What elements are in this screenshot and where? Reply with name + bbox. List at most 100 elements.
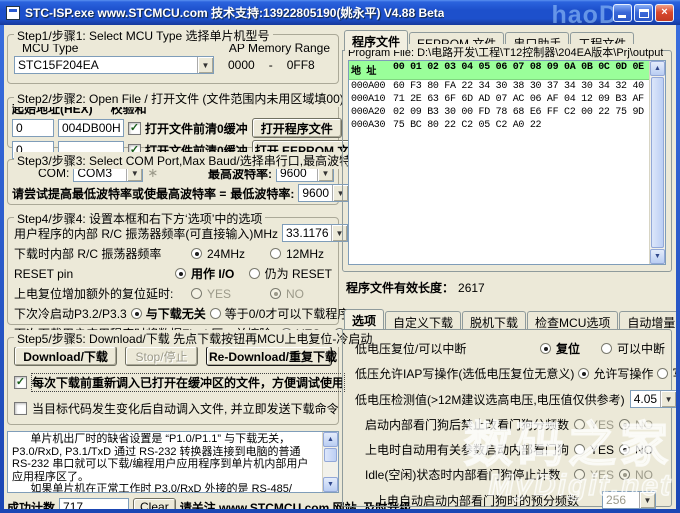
step5-group: Step5/步骤5: Download/下载 先点下载按钮再MCU上电复位-冷启… — [7, 337, 339, 425]
maximize-button[interactable] — [634, 4, 653, 22]
program-length-value: 2617 — [458, 281, 485, 295]
cold-any-radio[interactable] — [131, 308, 142, 319]
hex-scrollbar[interactable]: ▲ ▼ — [649, 61, 665, 264]
lvr-label: 低电压复位/可以中断 — [355, 340, 466, 357]
step3-group: Step3/步骤3: Select COM Port,Max Baud/选择串行… — [7, 159, 339, 205]
wdt-auto-no-label: NO — [635, 443, 653, 457]
lvr-int-radio[interactable] — [601, 343, 612, 354]
auto-reload-checkbox[interactable] — [14, 402, 27, 415]
clear-count-button[interactable]: Clear — [133, 498, 176, 509]
tab-check-mcu[interactable]: 检查MCU选项 — [527, 311, 618, 329]
cold-any-label: 与下载无关 — [146, 305, 206, 322]
iap-protect-radio[interactable] — [657, 368, 668, 379]
download-freq-label: 下载时内部 R/C 振荡器频率 — [14, 245, 186, 262]
auto-reload-label: 当目标代码发生变化后自动调入文件, 并立即发送下载命令 — [32, 400, 339, 417]
user-freq-select[interactable]: 33.1176 ▼ — [282, 224, 348, 242]
program-file-panel: Program File: D:\电路开发\工程\T12控制器\204EA版本\… — [342, 50, 672, 272]
options-panel: 低电压复位/可以中断 复位 可以中断 低压允许IAP写操作(选低电压复位无意义)… — [342, 329, 672, 507]
step1-title: Step1/步骤1: Select MCU Type 选择单片机型号 — [14, 27, 273, 44]
maximize-icon — [639, 9, 649, 18]
mcu-type-select[interactable]: STC15F204EA ▼ — [14, 56, 214, 74]
open-program-file-button[interactable]: 打开程序文件 — [252, 118, 342, 138]
hex-row: 000A30 75 BC 80 22 C2 05 C2 A0 22 — [349, 119, 649, 132]
wdt-idle-label: Idle(空闲)状态时内部看门狗停止计数 — [365, 466, 560, 483]
chevron-down-icon[interactable]: ▼ — [639, 492, 655, 508]
scroll-thumb[interactable] — [651, 77, 664, 248]
por-delay-yes-label: YES — [207, 287, 265, 301]
help-text: 单片机出厂时的缺省设置是 “P1.0/P1.1” 与下载无关， P3.0/RxD… — [8, 432, 322, 492]
lvr-reset-label: 复位 — [556, 340, 596, 357]
iap-write-radio[interactable] — [578, 368, 589, 379]
hex-header-cols: 00 01 02 03 04 05 06 07 08 09 0A 0B 0C 0… — [393, 62, 649, 78]
wdt-prescaler-select[interactable]: 256 ▼ — [602, 491, 656, 509]
hex-bytes: 02 09 B3 30 00 FD 78 68 E6 FF C2 00 22 7… — [393, 106, 649, 119]
ap-range-to: 0FF8 — [287, 58, 315, 72]
wdt-auto-yes-radio[interactable] — [574, 444, 585, 455]
hex-viewer[interactable]: 地 址 00 01 02 03 04 05 06 07 08 09 0A 0B … — [348, 60, 666, 265]
wdt-auto-yes-label: YES — [590, 443, 614, 457]
hex-bytes: 75 BC 80 22 C2 05 C2 A0 22 — [393, 119, 647, 132]
scroll-thumb[interactable] — [324, 448, 337, 462]
scroll-down-icon[interactable]: ▼ — [323, 477, 338, 492]
reset-io-radio[interactable] — [175, 268, 186, 279]
wdt-prescaler-label: 上电自动启动内部看门狗时的预分频数 — [375, 492, 579, 509]
hex-addr: 000A30 — [351, 119, 393, 132]
hex-bytes: 71 2E 63 6F 6D AD 07 AC 06 AF 04 12 09 B… — [393, 93, 649, 106]
freq-12mhz-radio[interactable] — [270, 248, 281, 259]
success-count-input[interactable] — [59, 498, 129, 509]
wdt-lock-yes-label: YES — [590, 418, 614, 432]
tab-options[interactable]: 选项 — [344, 309, 384, 329]
chevron-down-icon[interactable]: ▼ — [660, 391, 676, 407]
cold-start-label: 下次冷启动P3.2/P3.3 — [14, 305, 127, 322]
step4-title: Step4/步骤4: 设置本框和右下方‘选项’中的选项 — [14, 210, 265, 227]
freq-24mhz-label: 24MHz — [207, 247, 265, 261]
tab-offline-download[interactable]: 脱机下载 — [462, 311, 526, 329]
program-start-addr-input[interactable] — [12, 119, 54, 137]
tab-program-file[interactable]: 程序文件 — [344, 30, 408, 50]
wdt-lock-no-label: NO — [635, 418, 653, 432]
user-freq-label: 用户程序的内部 R/C 振荡器频率(可直接输入)MHz — [14, 225, 278, 242]
min-baud-label: 最低波特率: — [230, 185, 294, 202]
freq-24mhz-radio[interactable] — [191, 248, 202, 259]
wdt-lock-label: 启动内部看门狗后禁止改看门狗分频数 — [365, 416, 569, 433]
wdt-auto-no-radio[interactable] — [619, 444, 630, 455]
hex-row: 000A00 60 F3 80 FA 22 34 30 38 30 37 34 … — [349, 80, 649, 93]
step2-title: Step2/步骤2: Open File / 打开文件 (文件范围内未用区域填0… — [14, 90, 347, 107]
help-scrollbar[interactable]: ▲ ▼ — [322, 432, 338, 492]
redownload-button[interactable]: Re-Download/重复下载 — [206, 346, 332, 366]
download-button[interactable]: Download/下载 — [14, 346, 117, 366]
tab-auto-increment[interactable]: 自动增量 — [619, 311, 676, 329]
close-button[interactable]: × — [655, 4, 674, 22]
lvr-int-label: 可以中断 — [617, 340, 665, 357]
cold-00-radio[interactable] — [210, 308, 221, 319]
wdt-prescaler-value: 256 — [603, 492, 639, 508]
chevron-down-icon[interactable]: ▼ — [197, 57, 213, 73]
reset-keep-label: 仍为 RESET — [265, 265, 332, 282]
scroll-up-icon[interactable]: ▲ — [650, 61, 665, 76]
hex-addr: 000A10 — [351, 93, 393, 106]
title-bar[interactable]: STC-ISP.exe www.STCMCU.com 技术支持:13922805… — [0, 0, 680, 25]
hex-row: 000A20 02 09 B3 30 00 FD 78 68 E6 FF C2 … — [349, 106, 649, 119]
step5-title: Step5/步骤5: Download/下载 先点下载按钮再MCU上电复位-冷启… — [14, 330, 375, 347]
scroll-up-icon[interactable]: ▲ — [323, 432, 338, 447]
min-baud-value: 9600 — [299, 185, 332, 201]
stop-button: Stop/停止 — [125, 346, 198, 366]
step1-group: Step1/步骤1: Select MCU Type 选择单片机型号 MCU T… — [7, 34, 339, 84]
reset-keep-radio[interactable] — [249, 268, 260, 279]
clear-buffer1-label: 打开文件前清0缓冲 — [145, 120, 248, 137]
wdt-lock-yes-radio — [574, 419, 585, 430]
lvd-select[interactable]: 4.05 ▼ — [630, 390, 676, 408]
tab-custom-download[interactable]: 自定义下载 — [385, 311, 461, 329]
scroll-down-icon[interactable]: ▼ — [650, 249, 665, 264]
minimize-button[interactable] — [613, 4, 632, 22]
reload-file-checkbox[interactable]: ✓ — [14, 376, 27, 389]
step4-group: Step4/步骤4: 设置本框和右下方‘选项’中的选项 用户程序的内部 R/C … — [7, 217, 339, 325]
iap-protect-label: 写保护 — [672, 365, 676, 382]
program-checksum-input[interactable] — [58, 119, 124, 137]
por-delay-yes-radio — [191, 288, 202, 299]
por-delay-no-radio — [270, 288, 281, 299]
lvd-label: 低电压检测值(>12M建议选高电压,电压值仅供参考) — [355, 391, 625, 408]
step3-title: Step3/步骤3: Select COM Port,Max Baud/选择串行… — [14, 152, 366, 169]
lvr-reset-radio[interactable] — [540, 343, 551, 354]
clear-buffer1-checkbox[interactable]: ✓ — [128, 122, 141, 135]
